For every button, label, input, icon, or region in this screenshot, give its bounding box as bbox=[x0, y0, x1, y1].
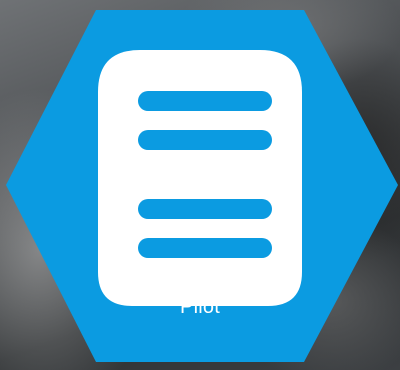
database-icon bbox=[98, 50, 302, 306]
background-photo: Pilot bbox=[0, 0, 400, 370]
tile-label: Pilot bbox=[180, 296, 220, 318]
